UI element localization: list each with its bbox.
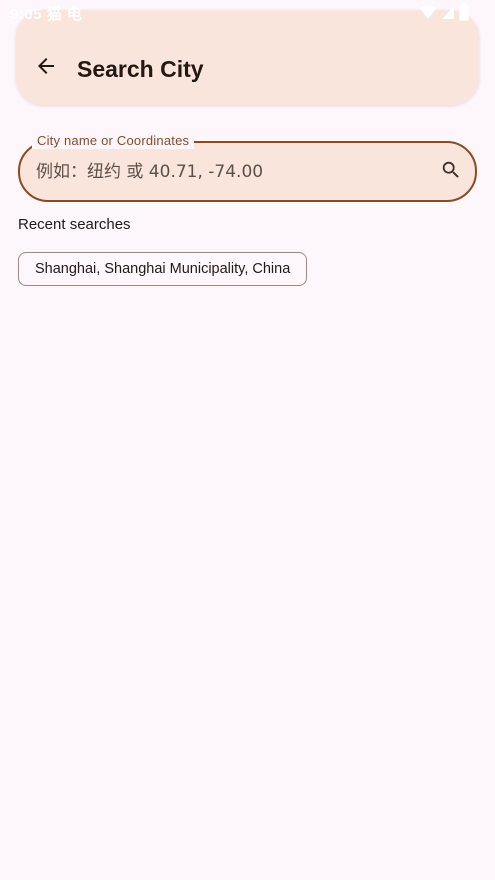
- status-icons: [419, 3, 469, 21]
- page-title: Search City: [77, 56, 204, 82]
- search-button[interactable]: [437, 158, 465, 186]
- search-field-label: City name or Coordinates: [32, 133, 195, 149]
- wifi-icon: [419, 4, 437, 20]
- arrow-back-icon: [34, 54, 58, 82]
- status-time: 9:05 猫 电: [10, 6, 83, 23]
- notification-icon-2: 电: [66, 6, 83, 23]
- status-bar: 9:05 猫 电: [0, 0, 495, 26]
- notification-icon-1: 猫: [46, 6, 63, 23]
- search-input[interactable]: [36, 157, 426, 187]
- back-button[interactable]: [30, 52, 62, 84]
- search-icon: [440, 159, 462, 185]
- recent-search-chip[interactable]: Shanghai, Shanghai Municipality, China: [18, 252, 308, 286]
- recent-searches-heading: Recent searches: [18, 216, 131, 233]
- search-field[interactable]: City name or Coordinates: [18, 133, 477, 202]
- battery-icon: [459, 3, 469, 21]
- signal-icon: [441, 4, 455, 20]
